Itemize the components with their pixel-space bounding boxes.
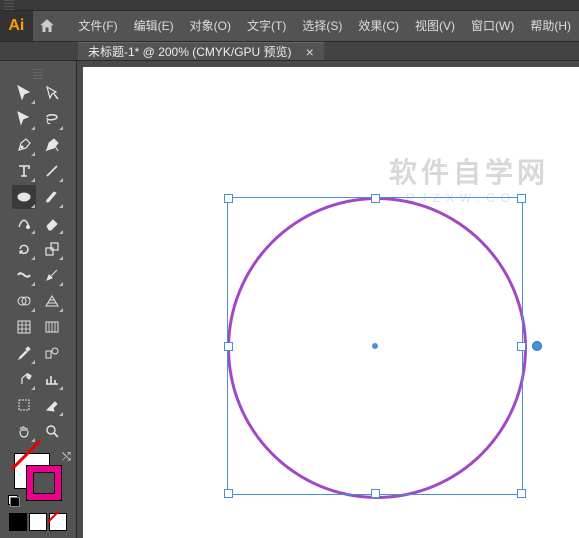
tool-panel: ⤭ [0, 61, 77, 538]
default-fill-stroke-icon[interactable] [8, 495, 20, 507]
color-mode-color[interactable] [9, 513, 27, 531]
menu-select[interactable]: 选择(S) [294, 11, 350, 41]
panel-grip-icon[interactable] [33, 69, 43, 79]
app-logo[interactable]: Ai [0, 11, 33, 41]
home-button[interactable] [33, 11, 61, 41]
eyedropper-tool[interactable] [12, 341, 36, 365]
scale-tool[interactable] [40, 237, 64, 261]
handle-bl[interactable] [224, 489, 233, 498]
color-mode-gradient[interactable] [29, 513, 47, 531]
slice-tool[interactable] [40, 393, 64, 417]
home-icon [38, 17, 56, 35]
type-tool[interactable] [12, 159, 36, 183]
tool-grid [12, 81, 64, 443]
handle-mr[interactable] [517, 342, 526, 351]
hand-tool[interactable] [12, 419, 36, 443]
app-root: Ai 文件(F) 编辑(E) 对象(O) 文字(T) 选择(S) 效果(C) 视… [0, 0, 579, 538]
direct-selection-tool[interactable] [40, 81, 64, 105]
shaper-tool[interactable] [12, 211, 36, 235]
lasso-tool[interactable] [40, 107, 64, 131]
free-transform-tool[interactable] [40, 263, 64, 287]
menu-window[interactable]: 窗口(W) [463, 11, 522, 41]
handle-tm[interactable] [371, 194, 380, 203]
menu-bar: Ai 文件(F) 编辑(E) 对象(O) 文字(T) 选择(S) 效果(C) 视… [0, 11, 579, 42]
eraser-tool[interactable] [40, 211, 64, 235]
canvas-area[interactable]: 软件自学网 RJZXW.COM [77, 61, 579, 538]
menu-effect[interactable]: 效果(C) [350, 11, 407, 41]
menu-help[interactable]: 帮助(H) [522, 11, 579, 41]
selection-tool[interactable] [12, 81, 36, 105]
color-mode-none[interactable] [49, 513, 67, 531]
swap-fill-stroke-icon[interactable]: ⤭ [62, 451, 74, 463]
pen-tool[interactable] [12, 133, 36, 157]
menu-view[interactable]: 视图(V) [407, 11, 463, 41]
shape-builder-tool[interactable] [12, 289, 36, 313]
document-tab[interactable]: 未标题-1* @ 200% (CMYK/GPU 预览) × [78, 42, 324, 60]
handle-tr[interactable] [517, 194, 526, 203]
menu-type[interactable]: 文字(T) [239, 11, 294, 41]
handle-ml[interactable] [224, 342, 233, 351]
magic-wand-tool[interactable] [12, 107, 36, 131]
width-tool[interactable] [12, 263, 36, 287]
control-bar [0, 0, 579, 11]
menu-file[interactable]: 文件(F) [70, 11, 125, 41]
menu-edit[interactable]: 编辑(E) [126, 11, 182, 41]
column-graph-tool[interactable] [40, 367, 64, 391]
ellipse-widget-handle[interactable] [532, 341, 542, 351]
rotate-tool[interactable] [12, 237, 36, 261]
menu-items: 文件(F) 编辑(E) 对象(O) 文字(T) 选择(S) 效果(C) 视图(V… [70, 11, 579, 41]
stroke-swatch[interactable] [26, 465, 62, 501]
fill-stroke-swatch[interactable]: ⤭ [14, 453, 62, 501]
symbol-sprayer-tool[interactable] [12, 367, 36, 391]
grip-icon [4, 0, 14, 10]
mesh-tool[interactable] [12, 315, 36, 339]
tab-close-button[interactable]: × [306, 44, 314, 60]
handle-tl[interactable] [224, 194, 233, 203]
zoom-tool[interactable] [40, 419, 64, 443]
ellipse-tool[interactable] [12, 185, 36, 209]
color-mode-row [9, 513, 67, 531]
paintbrush-tool[interactable] [40, 185, 64, 209]
menu-object[interactable]: 对象(O) [182, 11, 239, 41]
gradient-tool[interactable] [40, 315, 64, 339]
curvature-tool[interactable] [40, 133, 64, 157]
perspective-grid-tool[interactable] [40, 289, 64, 313]
workspace: ⤭ 软件自学网 RJZXW.COM [0, 61, 579, 538]
artboard-tool[interactable] [12, 393, 36, 417]
handle-br[interactable] [517, 489, 526, 498]
document-tab-bar: 未标题-1* @ 200% (CMYK/GPU 预览) × [0, 42, 579, 61]
blend-tool[interactable] [40, 341, 64, 365]
ellipse-center-point[interactable] [372, 343, 378, 349]
document-tab-title: 未标题-1* @ 200% (CMYK/GPU 预览) [88, 43, 292, 60]
line-segment-tool[interactable] [40, 159, 64, 183]
handle-bm[interactable] [371, 489, 380, 498]
